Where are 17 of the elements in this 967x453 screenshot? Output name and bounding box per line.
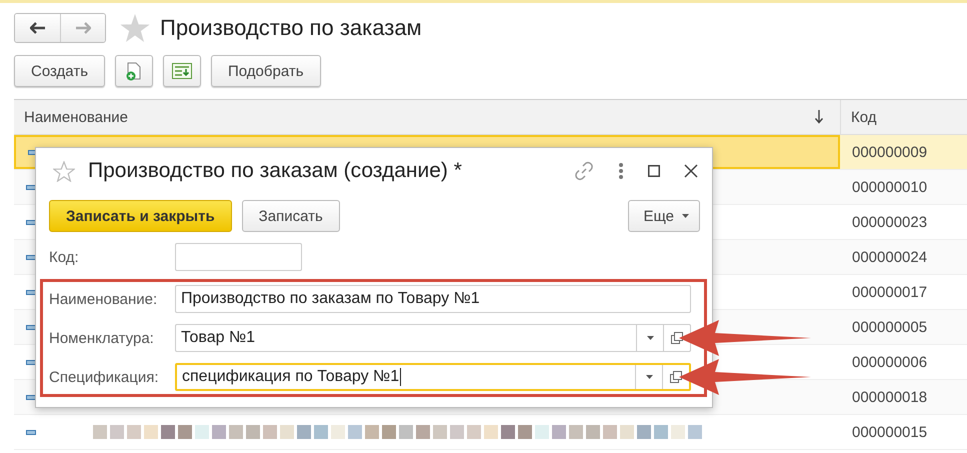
table-cell-text: 000000010 bbox=[851, 178, 928, 198]
table-cell-text: 000000017 bbox=[851, 282, 928, 302]
field-label: Наименование: bbox=[49, 290, 158, 308]
page-title: Производство по заказам bbox=[160, 15, 422, 41]
dialog-title: Производство по заказам (создание) * bbox=[88, 159, 463, 183]
field-label: Спецификация: bbox=[49, 368, 160, 386]
table-cell-text: 000000015 bbox=[851, 422, 928, 442]
table-cell: 000000009 bbox=[840, 135, 967, 169]
field-label: Номенклатура: bbox=[49, 330, 155, 346]
table-cell-text: 000000023 bbox=[851, 212, 928, 232]
column-title: Код bbox=[851, 108, 877, 126]
field-label: Код: bbox=[49, 248, 80, 266]
table-cell-text: 000000005 bbox=[851, 318, 928, 338]
table-cell-text: 000000024 bbox=[851, 248, 928, 268]
table-cell-text: 000000006 bbox=[851, 352, 928, 372]
table-cell-text: 000000018 bbox=[851, 388, 928, 408]
column-title: Наименование bbox=[24, 108, 128, 126]
